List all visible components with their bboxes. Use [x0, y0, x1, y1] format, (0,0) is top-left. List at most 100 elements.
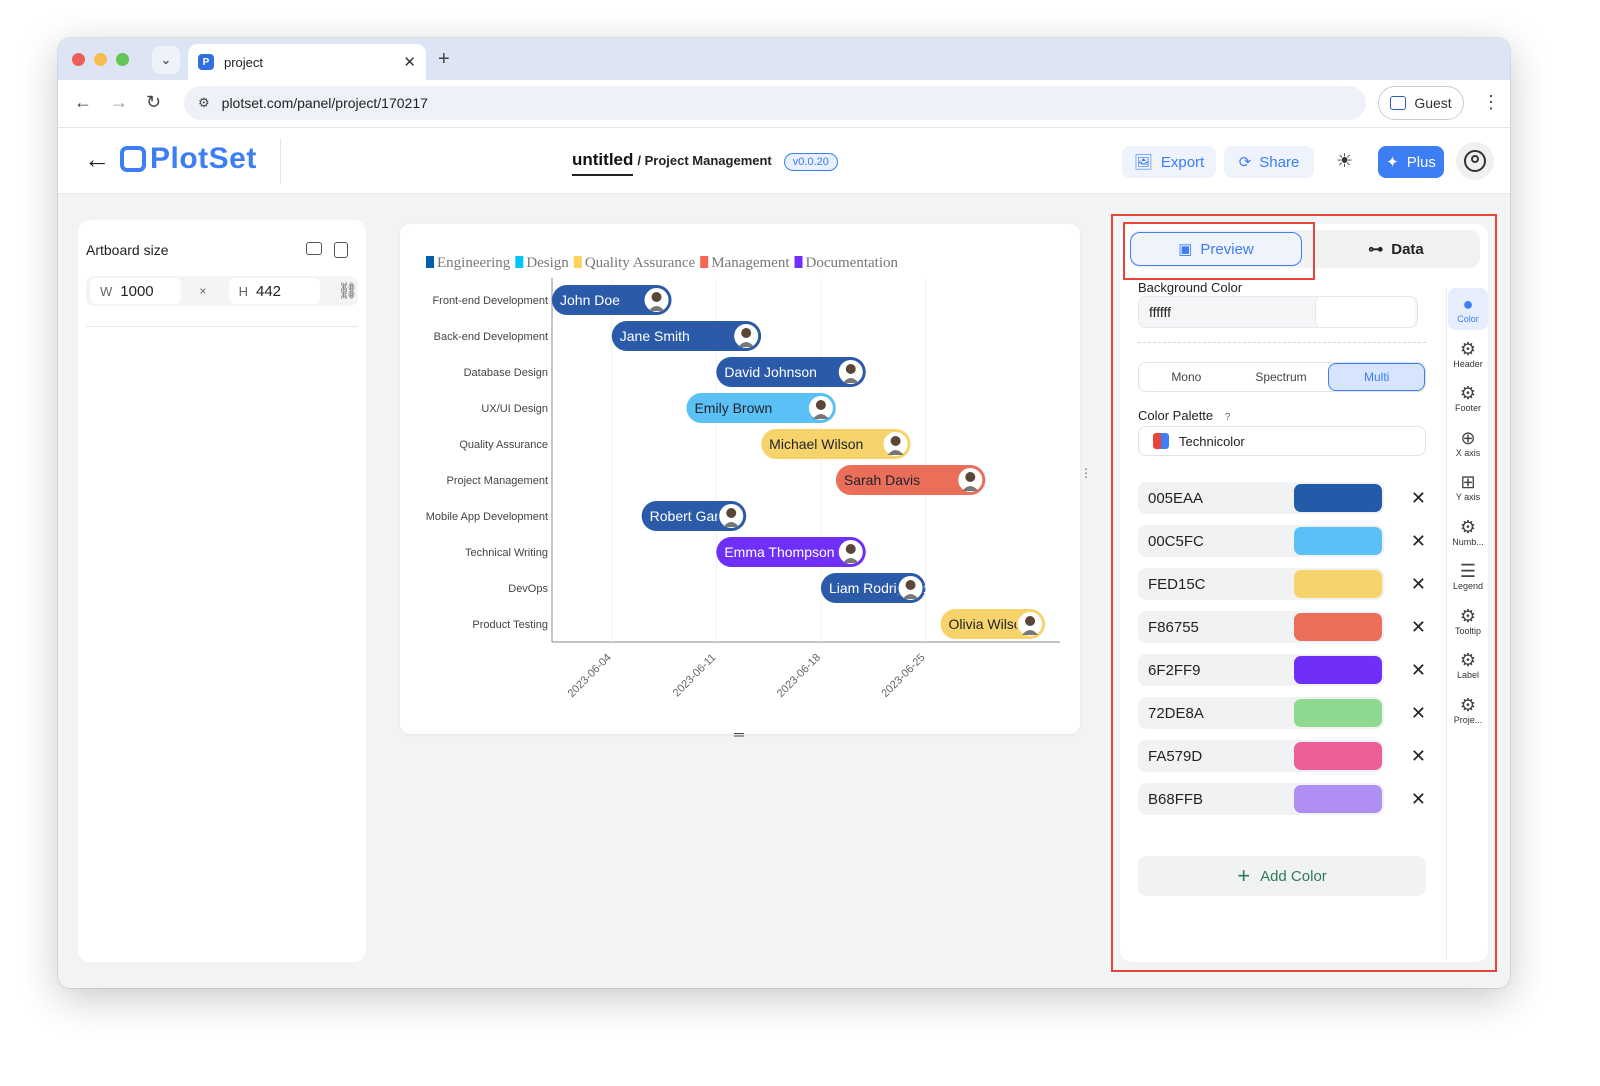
avatar-head-7 — [845, 544, 856, 554]
bar-person-label-0: John Doe — [560, 292, 620, 308]
guest-profile-button[interactable]: Guest — [1378, 86, 1464, 120]
y-task-label-1: Back-end Development — [434, 331, 548, 343]
avatar-head-6 — [726, 508, 737, 518]
bar-person-label-5: Sarah Davis — [844, 472, 920, 488]
artboard-panel: Artboard size W 1000 × H 442 ⛓ — [78, 220, 366, 962]
y-task-label-8: DevOps — [508, 583, 548, 595]
back-arrow-icon[interactable]: ← — [84, 144, 110, 175]
maximize-window-button[interactable] — [116, 53, 129, 66]
browser-window: ⌄ P project ✕ + ← → ↻ ⚙ plotset.com/pane… — [58, 38, 1510, 988]
close-tab-icon[interactable]: ✕ — [403, 53, 416, 71]
close-window-button[interactable] — [72, 53, 85, 66]
width-field[interactable]: W 1000 — [90, 278, 182, 304]
link-dimensions-icon[interactable]: ⛓ — [338, 281, 358, 301]
legend-label-1: Design — [526, 255, 569, 271]
minimize-window-button[interactable] — [94, 53, 107, 66]
tab-title: project — [224, 54, 264, 70]
legend-swatch-0 — [426, 256, 434, 268]
card-menu-icon[interactable]: ⋮ — [1080, 466, 1092, 480]
plus-label: Plus — [1406, 153, 1436, 171]
times-symbol: × — [199, 284, 207, 298]
user-icon — [1464, 150, 1486, 172]
width-label: W — [100, 283, 113, 299]
highlight-frame-panel — [1111, 214, 1497, 972]
back-icon[interactable]: ← — [74, 92, 92, 113]
image-icon: 🖼 — [1133, 154, 1153, 171]
legend-label-0: Engineering — [437, 255, 511, 271]
share-label: Share — [1259, 153, 1300, 171]
y-task-label-5: Project Management — [447, 475, 549, 487]
height-field[interactable]: H 442 — [228, 278, 320, 304]
y-task-label-4: Quality Assurance — [459, 439, 548, 451]
project-name[interactable]: untitled — [572, 150, 634, 176]
avatar-head-4 — [890, 436, 901, 446]
legend-swatch-1 — [515, 256, 524, 268]
width-value: 1000 — [120, 282, 154, 300]
browser-tab[interactable]: P project ✕ — [188, 44, 426, 80]
tab-strip: ⌄ P project ✕ + — [58, 38, 1510, 80]
url-text: plotset.com/panel/project/170217 — [221, 95, 428, 111]
bar-person-label-2: David Johnson — [724, 364, 817, 380]
x-tick-label-1: 2023-06-11 — [671, 652, 719, 700]
legend-swatch-4 — [794, 256, 803, 268]
y-task-label-0: Front-end Development — [432, 295, 548, 307]
artboard-dimensions: W 1000 × H 442 ⛓ — [86, 276, 358, 306]
reload-icon[interactable]: ↻ — [146, 92, 161, 113]
header-divider — [280, 138, 281, 184]
project-template: / Project Management — [637, 153, 772, 168]
legend-swatch-3 — [700, 256, 709, 268]
bar-person-label-4: Michael Wilson — [769, 436, 863, 452]
plotset-favicon-icon: P — [198, 54, 214, 70]
export-button[interactable]: 🖼 Export — [1122, 146, 1216, 178]
avatar-head-2 — [845, 364, 856, 374]
highlight-frame-preview — [1123, 222, 1315, 280]
sparkle-icon: ✦ — [1386, 154, 1399, 171]
legend-swatch-2 — [573, 256, 582, 268]
project-title: untitled / Project Management v0.0.20 — [572, 150, 838, 176]
person-icon — [1390, 96, 1407, 110]
legend-label-4: Documentation — [806, 255, 899, 271]
bar-person-label-3: Emily Brown — [694, 400, 772, 416]
version-badge: v0.0.20 — [783, 153, 838, 171]
forward-icon[interactable]: → — [110, 92, 128, 113]
avatar-head-9 — [1025, 616, 1036, 626]
logo-text: PlotSet — [150, 142, 257, 175]
chevron-down-icon: ⌄ — [160, 52, 172, 67]
plus-upgrade-button[interactable]: ✦ Plus — [1378, 146, 1444, 178]
bar-person-label-7: Emma Thompson — [724, 544, 834, 560]
plotset-logo[interactable]: PlotSet — [120, 142, 257, 176]
y-task-label-2: Database Design — [464, 367, 548, 379]
y-task-label-9: Product Testing — [472, 619, 548, 631]
legend-label-3: Management — [711, 255, 790, 271]
mobile-icon[interactable] — [334, 242, 348, 258]
theme-toggle-sun-icon[interactable]: ☀ — [1336, 150, 1353, 173]
artboard-title: Artboard size — [86, 242, 169, 258]
address-bar[interactable]: ⚙ plotset.com/panel/project/170217 — [184, 86, 1366, 120]
app-header: ← PlotSet untitled / Project Management … — [58, 128, 1510, 194]
height-label: H — [238, 283, 248, 299]
legend-label-2: Quality Assurance — [585, 255, 696, 271]
artboard-divider — [86, 326, 358, 327]
new-tab-button[interactable]: + — [438, 48, 450, 71]
logo-mark-icon — [120, 146, 146, 172]
guest-label: Guest — [1414, 95, 1452, 111]
user-avatar-button[interactable] — [1456, 142, 1494, 180]
avatar-head-0 — [651, 292, 662, 302]
resize-handle-icon[interactable]: ═ — [734, 726, 744, 742]
share-button[interactable]: ⟳ Share — [1224, 146, 1314, 178]
chart-artboard[interactable]: Engineering Design Quality Assurance Manage… — [400, 224, 1080, 742]
x-tick-label-3: 2023-06-25 — [879, 652, 927, 700]
browser-menu-icon[interactable]: ⋮ — [1482, 92, 1500, 113]
export-label: Export — [1160, 153, 1205, 171]
tab-search-button[interactable]: ⌄ — [152, 46, 180, 74]
share-icon: ⟳ — [1238, 154, 1252, 171]
browser-toolbar: ← → ↻ ⚙ plotset.com/panel/project/170217… — [58, 80, 1510, 128]
desktop-icon[interactable] — [306, 242, 322, 255]
y-task-label-7: Technical Writing — [465, 547, 548, 559]
avatar-head-1 — [741, 328, 752, 338]
site-settings-icon[interactable]: ⚙ — [198, 95, 210, 111]
y-task-label-3: UX/UI Design — [481, 403, 548, 415]
gantt-chart: Engineering Design Quality Assurance Manage… — [426, 255, 1060, 700]
height-value: 442 — [256, 282, 282, 300]
x-tick-label-0: 2023-06-04 — [566, 652, 614, 700]
